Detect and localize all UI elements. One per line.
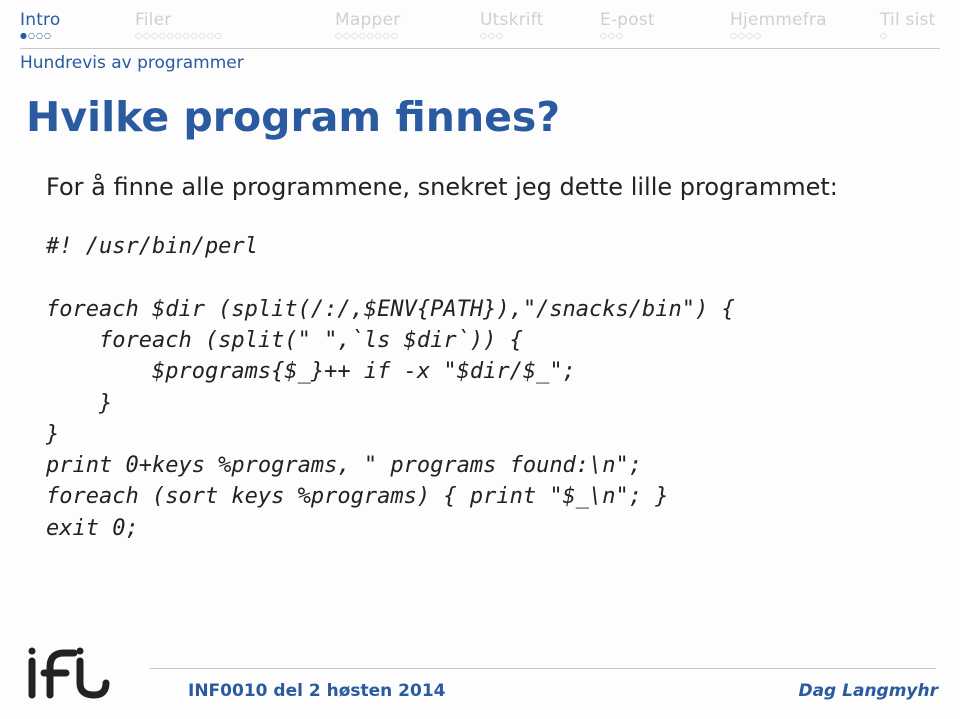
- code-block: #! /usr/bin/perl foreach $dir (split(/:/…: [0, 203, 960, 553]
- nav-epost[interactable]: E-post ○○○: [600, 10, 730, 40]
- nav-hjemmefra[interactable]: Hjemmefra ○○○○: [730, 10, 880, 40]
- ifi-logo-icon: [22, 647, 112, 701]
- subsection-title: Hundrevis av programmer: [0, 53, 960, 79]
- nav-progress-dots: ○○○○: [730, 32, 762, 40]
- footer-course: INF0010 del 2 høsten 2014: [148, 681, 798, 701]
- nav-label: Filer: [135, 10, 171, 30]
- slide-title: Hvilke program finnes?: [0, 79, 960, 171]
- nav-label: Mapper: [335, 10, 400, 30]
- nav-bar: Intro ●○○○ Filer ○○○○○○○○○○○ Mapper ○○○○…: [0, 0, 960, 42]
- nav-tilsist[interactable]: Til sist ○: [880, 10, 940, 40]
- nav-label: Utskrift: [480, 10, 543, 30]
- nav-progress-dots: ○○○○○○○○○○○: [135, 32, 223, 40]
- footer: INF0010 del 2 høsten 2014 Dag Langmyhr: [0, 647, 960, 701]
- nav-label: Intro: [20, 10, 60, 30]
- nav-label: E-post: [600, 10, 655, 30]
- nav-label: Til sist: [880, 10, 935, 30]
- nav-label: Hjemmefra: [730, 10, 827, 30]
- nav-mapper[interactable]: Mapper ○○○○○○○○: [335, 10, 480, 40]
- footer-author: Dag Langmyhr: [798, 681, 938, 701]
- nav-progress-dots: ○○○: [480, 32, 504, 40]
- nav-progress-dots: ○○○: [600, 32, 624, 40]
- nav-filer[interactable]: Filer ○○○○○○○○○○○: [135, 10, 335, 40]
- nav-intro[interactable]: Intro ●○○○: [20, 10, 135, 40]
- nav-progress-dots: ○○○○○○○○: [335, 32, 399, 40]
- nav-progress-dots: ●○○○: [20, 32, 52, 40]
- header-divider: [20, 48, 940, 49]
- nav-utskrift[interactable]: Utskrift ○○○: [480, 10, 600, 40]
- intro-paragraph: For å finne alle programmene, snekret je…: [0, 171, 960, 203]
- nav-progress-dots: ○: [880, 32, 888, 40]
